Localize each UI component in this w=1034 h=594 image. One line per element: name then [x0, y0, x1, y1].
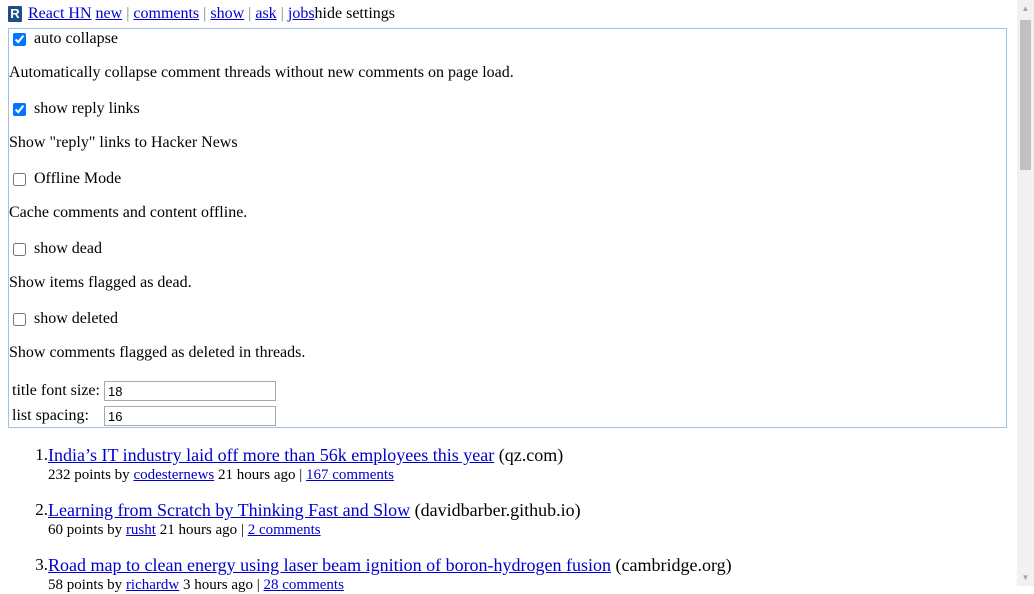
story-domain: (cambridge.org) [615, 555, 732, 575]
story-rank: 3. [35, 555, 48, 574]
show-deleted-description: Show comments flagged as deleted in thre… [9, 344, 306, 361]
story-user-link[interactable]: rusht [126, 522, 156, 538]
story-points: 60 points by [48, 522, 123, 538]
story-user-link[interactable]: richardw [126, 577, 179, 593]
show-dead-description: Show items flagged as dead. [9, 274, 192, 291]
story-age: 21 hours ago [218, 467, 296, 483]
title-font-size-input[interactable] [104, 381, 276, 401]
nav-separator: | [126, 5, 130, 22]
auto-collapse-description: Automatically collapse comment threads w… [9, 64, 514, 81]
header-bar: R React HN new | comments | show | ask |… [8, 0, 1009, 28]
auto-collapse-label[interactable]: auto collapse [34, 30, 118, 48]
story-title-link[interactable]: Road map to clean energy using laser bea… [48, 555, 611, 575]
story-title-link[interactable]: Learning from Scratch by Thinking Fast a… [48, 500, 410, 520]
story-age: 3 hours ago [183, 577, 253, 593]
nav-separator: | [203, 5, 207, 22]
scroll-down-arrow-icon[interactable]: ▼ [1017, 569, 1034, 586]
scrollbar-thumb[interactable] [1020, 20, 1031, 170]
list-spacing-label: list spacing: [12, 407, 89, 424]
settings-panel: auto collapse Automatically collapse com… [8, 28, 1007, 428]
story-comments-link[interactable]: 167 comments [306, 467, 394, 483]
option-auto-collapse[interactable]: auto collapse [9, 29, 118, 49]
page: R React HN new | comments | show | ask |… [8, 0, 1009, 593]
title-font-size-label: title font size: [12, 382, 100, 399]
option-show-reply-links[interactable]: show reply links [9, 99, 140, 119]
hide-settings-toggle[interactable]: hide settings [315, 5, 395, 23]
story-user-link[interactable]: codesternews [133, 467, 214, 483]
show-reply-links-checkbox[interactable] [13, 102, 26, 116]
scroll-up-arrow-icon[interactable]: ▲ [1017, 0, 1034, 17]
story-separator: | [299, 467, 303, 483]
offline-mode-checkbox[interactable] [13, 172, 26, 186]
story-comments-link[interactable]: 28 comments [264, 577, 344, 593]
story-age: 21 hours ago [159, 522, 238, 538]
show-deleted-checkbox[interactable] [13, 312, 26, 326]
title-font-size-row: title font size: [12, 381, 276, 401]
story-points: 232 points by [48, 467, 130, 483]
story-domain: (davidbarber.github.io) [414, 500, 581, 520]
story-comments-link[interactable]: 2 comments [248, 522, 321, 538]
story-points: 58 points by [48, 577, 123, 593]
show-dead-checkbox[interactable] [13, 242, 26, 256]
option-show-dead[interactable]: show dead [9, 239, 102, 259]
story-rank: 1. [35, 445, 48, 464]
nav-comments-link[interactable]: comments [133, 5, 199, 23]
nav-ask-link[interactable]: ask [255, 5, 276, 23]
option-show-deleted[interactable]: show deleted [9, 309, 118, 329]
story-domain: (qz.com) [498, 445, 564, 465]
offline-mode-description: Cache comments and content offline. [9, 204, 248, 221]
story-separator: | [240, 522, 244, 538]
story-meta: 60 points by rusht 21 hours ago | 2 comm… [48, 522, 321, 539]
story-separator: | [256, 577, 260, 593]
show-deleted-label[interactable]: show deleted [34, 310, 118, 328]
story-title-line: India’s IT industry laid off more than 5… [48, 445, 563, 466]
story-meta: 232 points by codesternews 21 hours ago … [48, 467, 394, 484]
story-title-line: Learning from Scratch by Thinking Fast a… [48, 500, 581, 521]
offline-mode-label[interactable]: Offline Mode [34, 170, 121, 188]
story-rank: 2. [35, 500, 48, 519]
show-dead-label[interactable]: show dead [34, 240, 102, 258]
show-reply-links-label[interactable]: show reply links [34, 100, 140, 118]
auto-collapse-checkbox[interactable] [13, 32, 26, 46]
nav-separator: | [280, 5, 284, 22]
react-hn-logo-icon[interactable]: R [8, 6, 22, 22]
show-reply-links-description: Show "reply" links to Hacker News [9, 134, 238, 151]
list-spacing-input[interactable] [104, 406, 276, 426]
nav-show-link[interactable]: show [210, 5, 244, 23]
app-name-link[interactable]: React HN [28, 5, 92, 23]
nav-new-link[interactable]: new [96, 5, 123, 23]
story-title-link[interactable]: India’s IT industry laid off more than 5… [48, 445, 494, 465]
nav-jobs-link[interactable]: jobs [288, 5, 315, 23]
option-offline-mode[interactable]: Offline Mode [9, 169, 121, 189]
story-title-line: Road map to clean energy using laser bea… [48, 555, 732, 576]
list-spacing-row: list spacing: [12, 406, 276, 426]
vertical-scrollbar[interactable]: ▲ ▼ [1017, 0, 1034, 586]
nav-separator: | [248, 5, 252, 22]
